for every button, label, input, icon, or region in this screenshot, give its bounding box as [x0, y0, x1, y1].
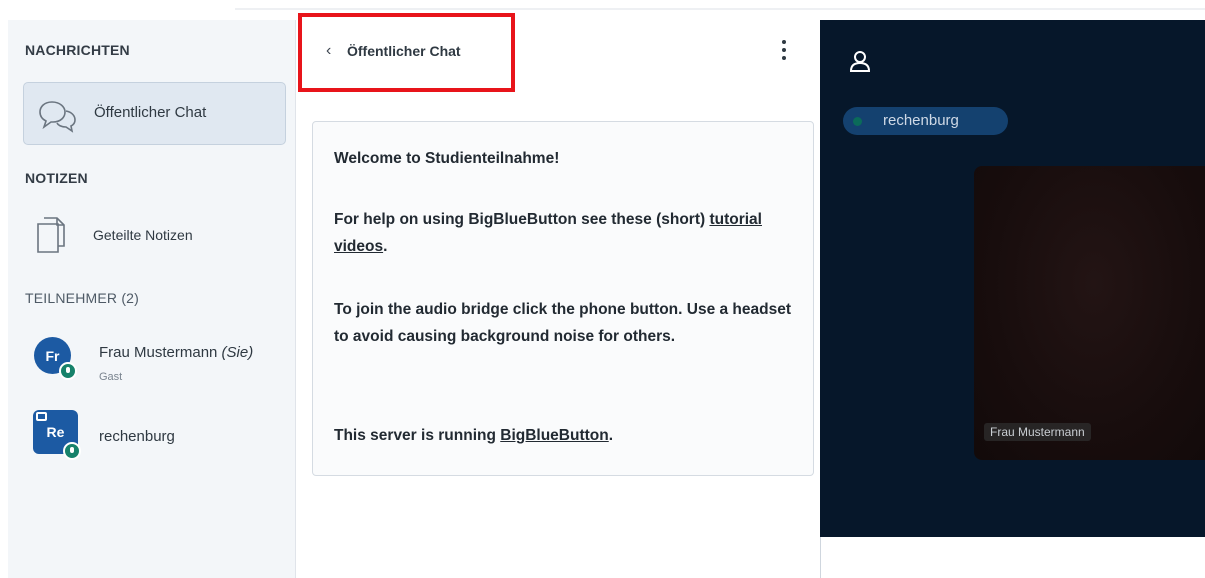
sidebar-item-public-chat[interactable]: Öffentlicher Chat — [23, 82, 286, 145]
user-list-sidebar: NACHRICHTEN Öffentlicher Chat NOTIZEN Ge… — [8, 20, 296, 578]
microphone-status-icon — [63, 442, 81, 460]
webcam-tile[interactable]: Frau Mustermann — [974, 166, 1205, 460]
participant-name: rechenburg — [99, 428, 175, 445]
presenter-icon — [36, 412, 47, 421]
top-divider — [235, 0, 1205, 10]
document-icon — [37, 217, 65, 253]
help-text: For help on using BigBlueButton see thes… — [334, 211, 762, 255]
webcam-user-name: Frau Mustermann — [984, 423, 1091, 441]
annotation-highlight-box — [298, 13, 515, 92]
shared-notes-label: Geteilte Notizen — [93, 227, 193, 243]
chat-panel: ‹ Öffentlicher Chat Welcome to Studiente… — [296, 20, 820, 578]
welcome-message: Welcome to Studienteilnahme! For help on… — [312, 121, 814, 476]
presentation-video-area: rechenburg Frau Mustermann — [820, 20, 1205, 537]
public-chat-label: Öffentlicher Chat — [94, 104, 207, 121]
talking-user-name: rechenburg — [883, 112, 959, 129]
bigbluebutton-link[interactable]: BigBlueButton — [500, 427, 608, 444]
participant-item-rechenburg[interactable]: Re rechenburg — [23, 410, 293, 470]
participants-section-title: TEILNEHMER (2) — [25, 290, 140, 306]
audio-help-text: To join the audio bridge click the phone… — [334, 301, 792, 345]
talking-dot-icon — [853, 117, 862, 126]
below-video-area — [820, 537, 1205, 578]
user-icon — [850, 51, 870, 72]
server-info-text: This server is running BigBlueButton. — [334, 427, 614, 444]
microphone-status-icon — [59, 362, 77, 380]
self-tag: (Sie) — [221, 344, 254, 361]
participant-item-self[interactable]: Fr Frau Mustermann (Sie) Gast — [23, 337, 293, 397]
chat-options-button[interactable] — [774, 38, 794, 66]
sidebar-item-shared-notes[interactable]: Geteilte Notizen — [23, 210, 286, 260]
welcome-greeting: Welcome to Studienteilnahme! — [334, 150, 560, 167]
participant-name: Frau Mustermann (Sie) — [99, 344, 254, 361]
messages-section-title: NACHRICHTEN — [25, 42, 130, 58]
chat-bubbles-icon — [39, 101, 76, 133]
notes-section-title: NOTIZEN — [25, 170, 88, 186]
participant-role: Gast — [99, 371, 123, 383]
talking-indicator[interactable]: rechenburg — [843, 107, 1008, 135]
